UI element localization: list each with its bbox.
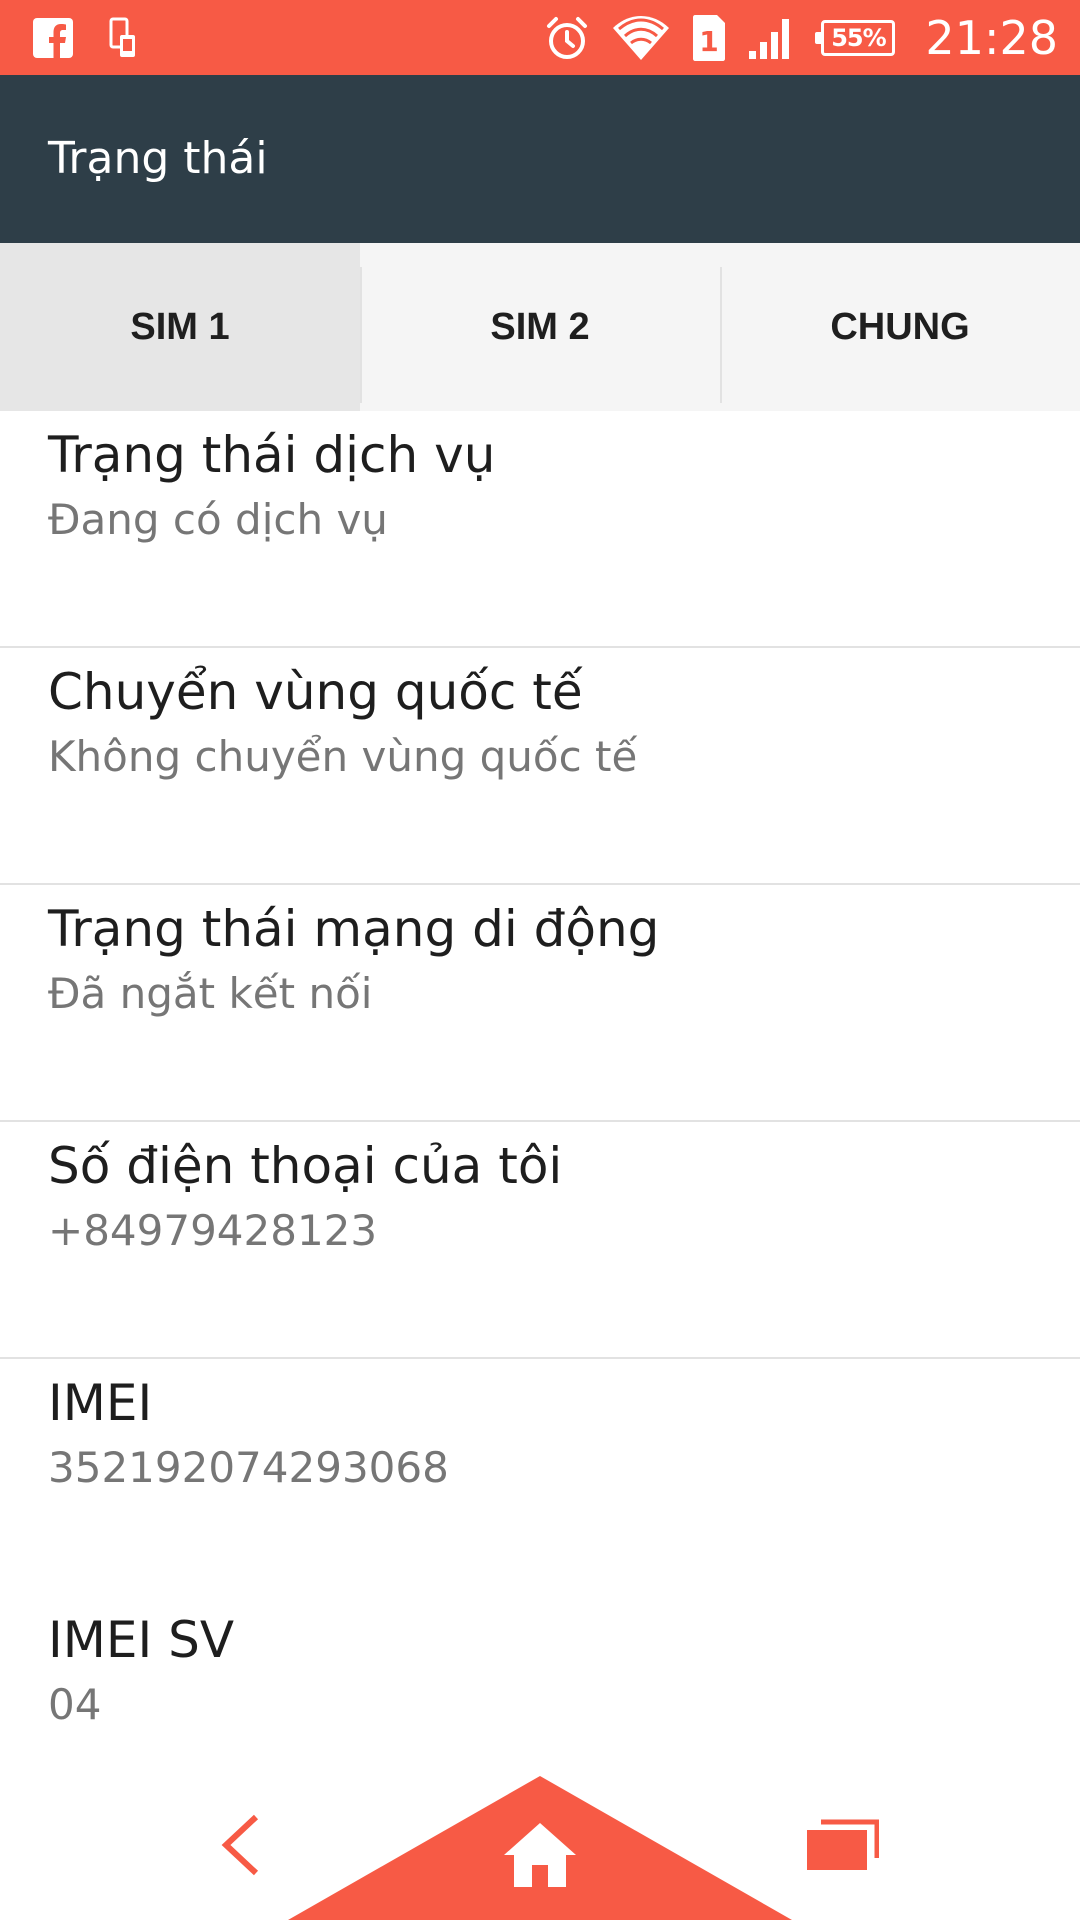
battery-level: 55% — [831, 23, 886, 52]
list-item-title: IMEI SV — [48, 1611, 235, 1669]
navigation-bar — [0, 1770, 1080, 1920]
clock: 21:28 — [925, 10, 1058, 65]
status-list[interactable]: Trạng thái dịch vụ Đang có dịch vụ Chuyể… — [0, 411, 1080, 1770]
home-icon — [504, 1823, 576, 1887]
status-bar-right: 1 55% 21:28 — [543, 0, 1058, 75]
tab-sim-2[interactable]: SIM 2 — [360, 243, 720, 411]
phone-notification-icon — [108, 17, 138, 59]
signal-icon — [747, 15, 795, 61]
list-item-imei[interactable]: IMEI 352192074293068 — [0, 1122, 1080, 1492]
facebook-icon — [32, 17, 74, 59]
list-item-value: 04 — [48, 1680, 102, 1729]
list-item-roaming[interactable]: Chuyển vùng quốc tế Không chuyển vùng qu… — [0, 411, 1080, 781]
status-bar: 1 55% 21:28 — [0, 0, 1080, 75]
home-button[interactable] — [490, 1810, 590, 1900]
status-bar-left — [32, 0, 138, 75]
tab-sim-1[interactable]: SIM 1 — [0, 243, 360, 411]
recents-button[interactable] — [792, 1795, 892, 1895]
back-icon — [221, 1814, 259, 1876]
back-button[interactable] — [200, 1790, 280, 1900]
list-item-mobile-network-state[interactable]: Trạng thái mạng di động Đã ngắt kết nối — [0, 648, 1080, 1018]
svg-text:1: 1 — [700, 25, 719, 58]
battery-icon: 55% — [815, 19, 896, 56]
alarm-icon — [543, 14, 591, 62]
tab-general[interactable]: CHUNG — [720, 243, 1080, 411]
tab-bar: SIM 1 SIM 2 CHUNG — [0, 243, 1080, 411]
sim-1-icon: 1 — [691, 13, 727, 63]
wifi-icon — [611, 14, 671, 62]
list-item-phone-number[interactable]: Số điện thoại của tôi +84979428123 — [0, 885, 1080, 1255]
page-title: Trạng thái — [48, 133, 268, 184]
list-item-imei-sv[interactable]: IMEI SV 04 — [0, 1359, 1080, 1729]
action-bar: Trạng thái — [0, 75, 1080, 243]
recents-icon — [807, 1819, 879, 1870]
status-screen: 1 55% 21:28 Trạng thái SIM 1 SIM 2 CHUNG… — [0, 0, 1080, 1920]
